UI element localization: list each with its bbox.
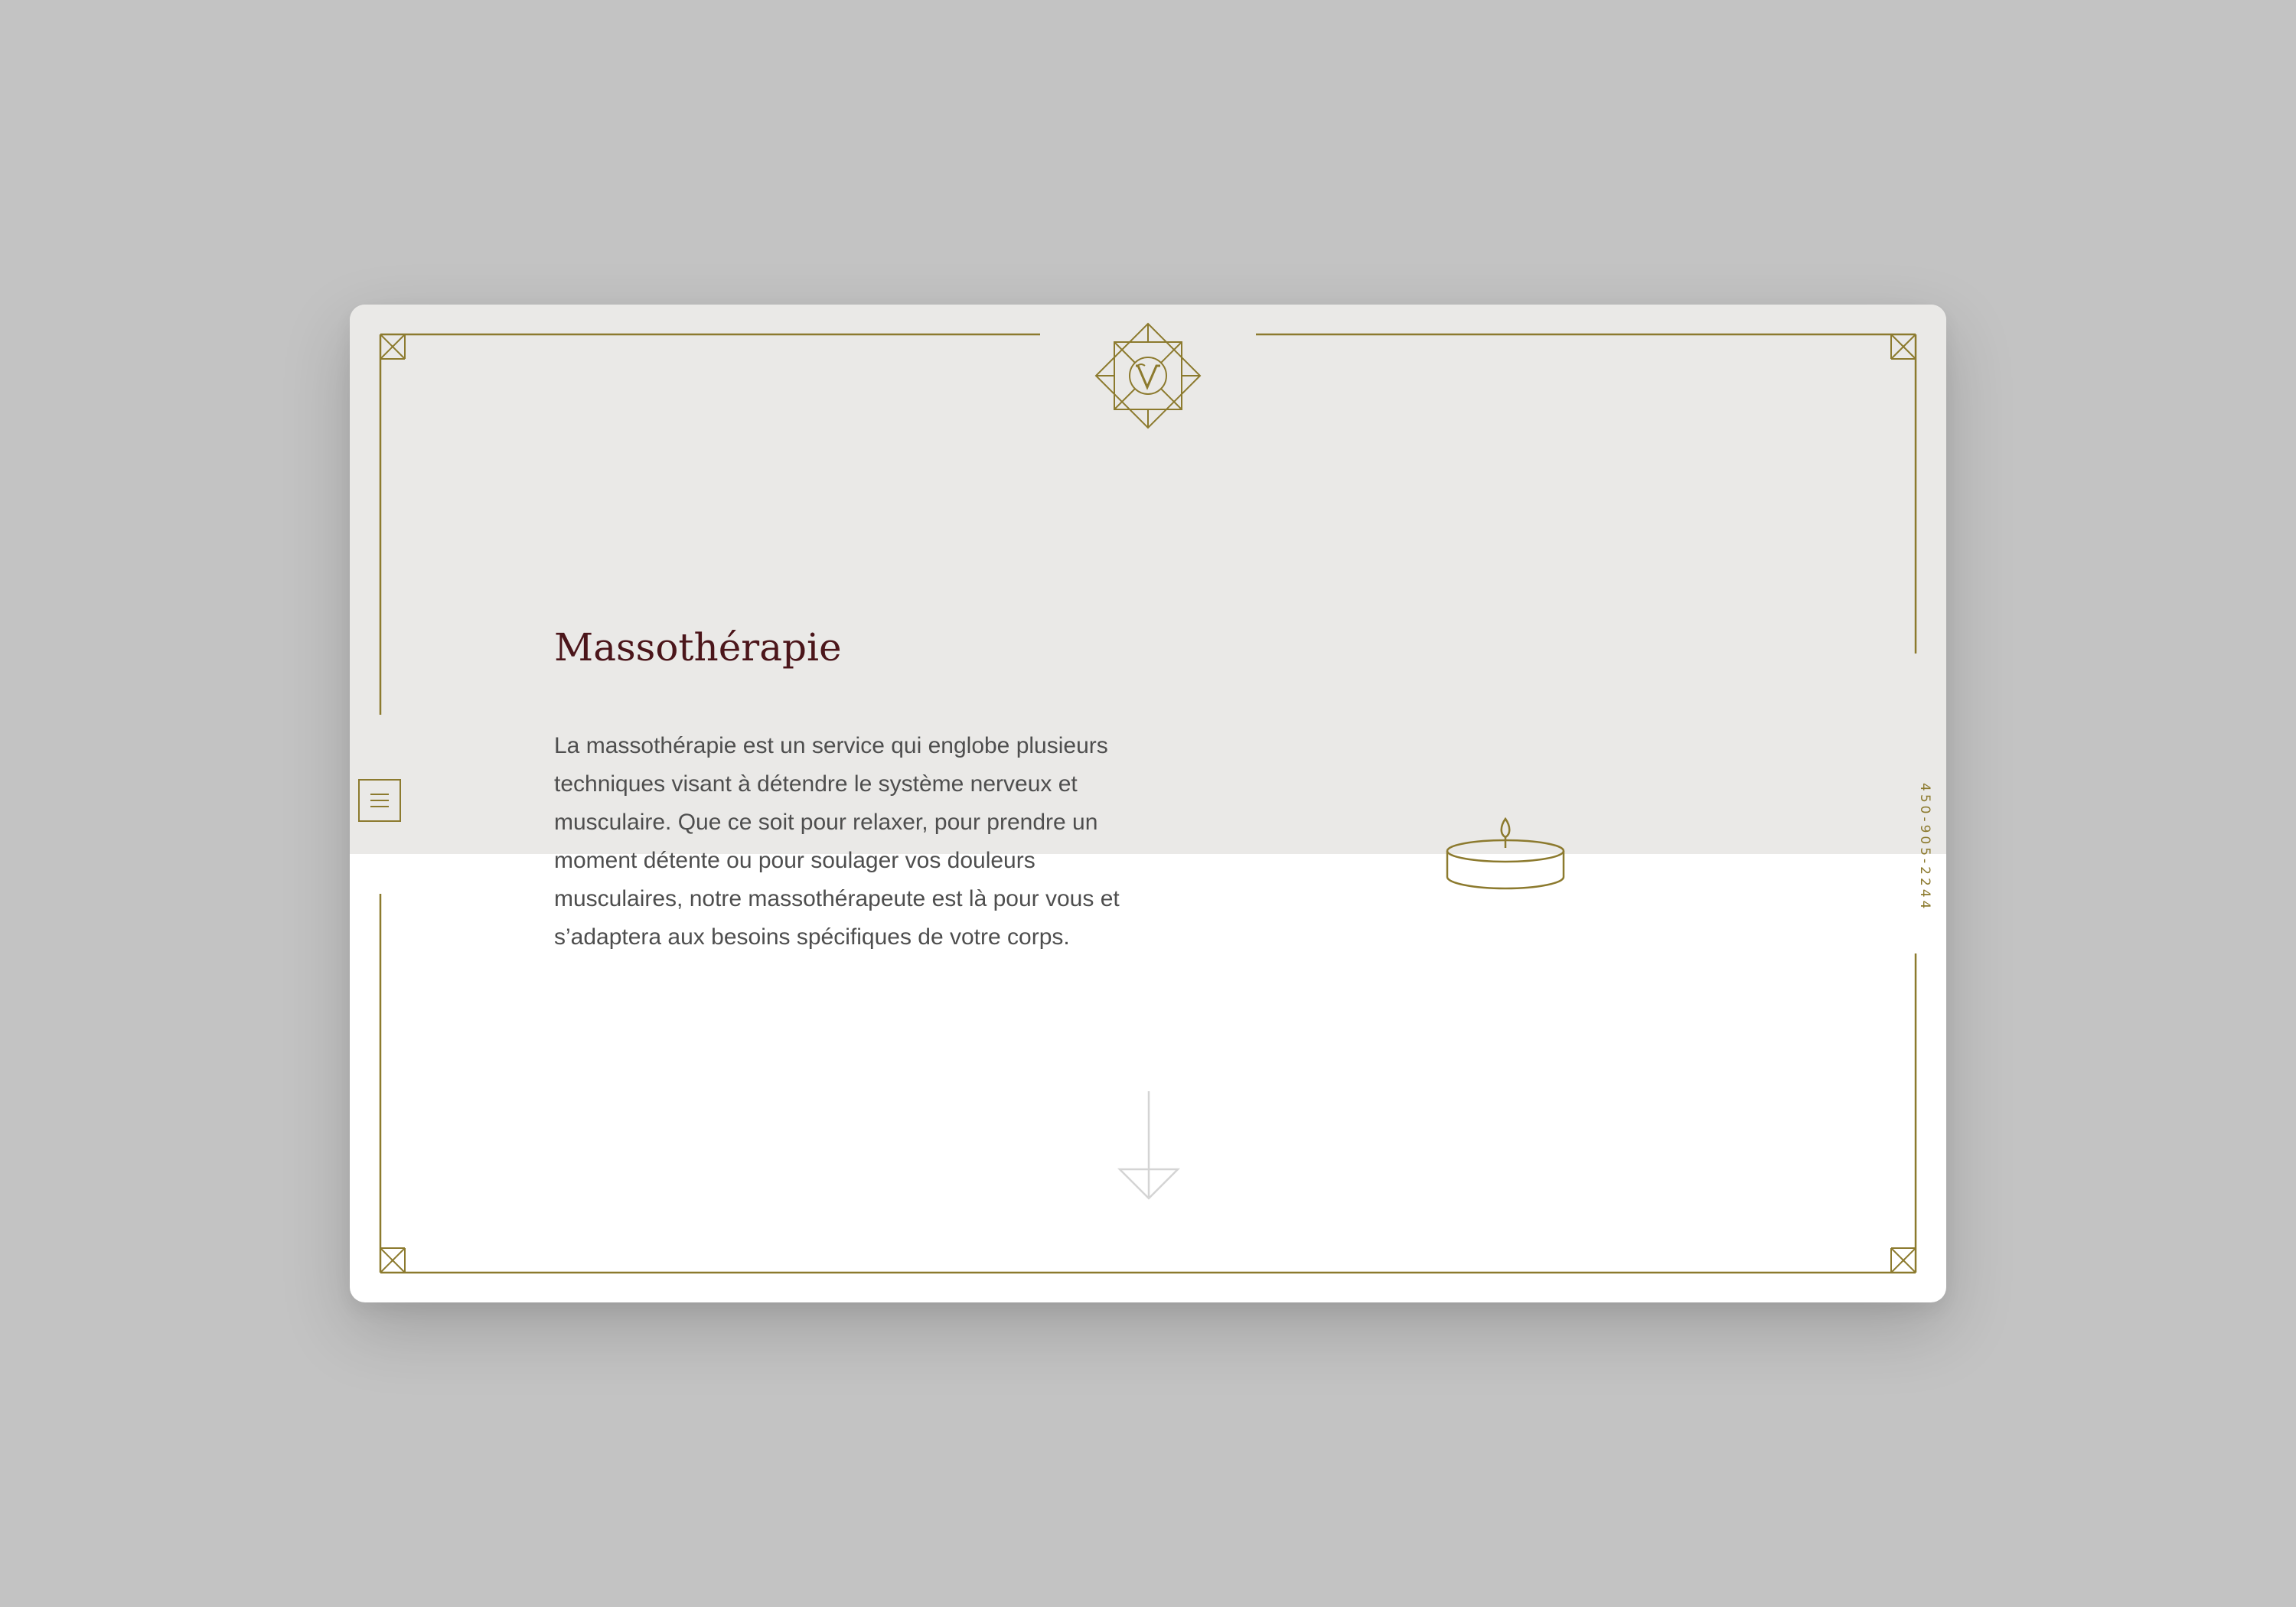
service-description: La massothérapie est un service qui engl… (554, 733, 1120, 950)
corner-ornament-bottom-left (380, 1247, 406, 1273)
candle-icon (1446, 817, 1565, 890)
v-monogram-star-icon[interactable] (1091, 318, 1205, 433)
hamburger-menu-icon (370, 794, 389, 807)
page-title: Massothérapie (554, 625, 842, 670)
corner-ornament-top-right (1890, 334, 1916, 360)
phone-number-link[interactable]: 450-905-2244 (1903, 751, 1946, 943)
content-card: 450-905-2244 Massothérapie La massothéra… (350, 305, 1946, 1302)
corner-ornament-bottom-right (1890, 1247, 1916, 1273)
menu-button[interactable] (358, 779, 401, 822)
corner-ornament-top-left (380, 334, 406, 360)
arrow-down-icon[interactable] (1110, 1088, 1187, 1211)
